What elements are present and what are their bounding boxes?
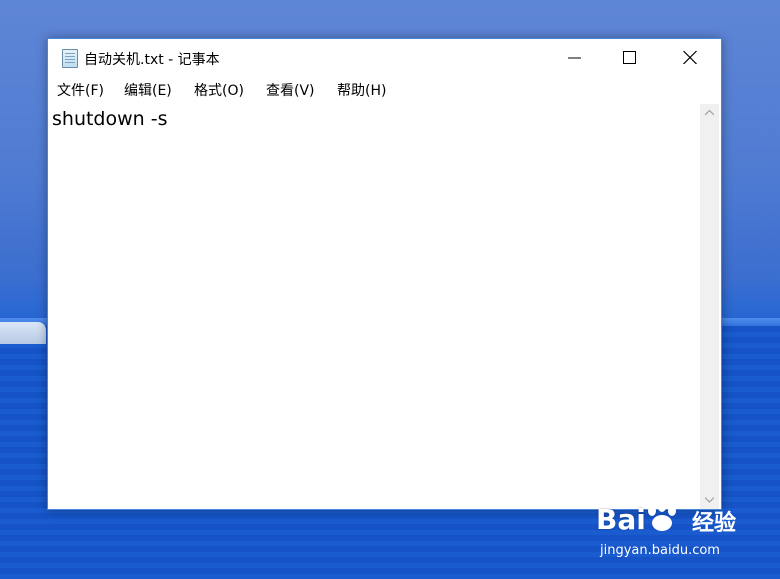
menu-bar: 文件(F) 编辑(E) 格式(O) 查看(V) 帮助(H) [48,78,721,102]
editor-content[interactable]: shutdown -s [52,108,168,130]
menu-edit[interactable]: 编辑(E) [124,80,172,100]
watermark-url: jingyan.baidu.com [600,543,720,558]
close-button[interactable] [667,39,713,75]
notepad-window: 自动关机.txt - 记事本 文件(F) 编辑(E) 格式(O) 查看(V) 帮… [47,38,722,510]
desktop-island [0,322,46,344]
baidu-jingyan-watermark: Bai 经验 jingyan.baidu.com [596,502,776,573]
menu-file[interactable]: 文件(F) [57,80,104,100]
title-bar[interactable]: 自动关机.txt - 记事本 [48,39,721,77]
text-editor[interactable]: shutdown -s [48,104,700,509]
vertical-scrollbar[interactable] [700,104,719,509]
menu-help[interactable]: 帮助(H) [337,80,386,100]
watermark-brand: Bai [596,503,646,536]
close-icon [683,50,697,64]
menu-view[interactable]: 查看(V) [266,80,315,100]
watermark-brand-2: 经验 [692,511,737,536]
window-title: 自动关机.txt - 记事本 [84,52,220,68]
maximize-icon [623,51,636,64]
paw-icon [648,502,676,531]
minimize-icon [568,57,581,59]
scroll-up-button[interactable] [700,104,719,122]
chevron-up-icon [705,110,714,116]
notepad-icon[interactable] [62,49,78,68]
minimize-button[interactable] [552,39,598,75]
maximize-button[interactable] [607,39,653,75]
menu-format[interactable]: 格式(O) [194,80,244,100]
